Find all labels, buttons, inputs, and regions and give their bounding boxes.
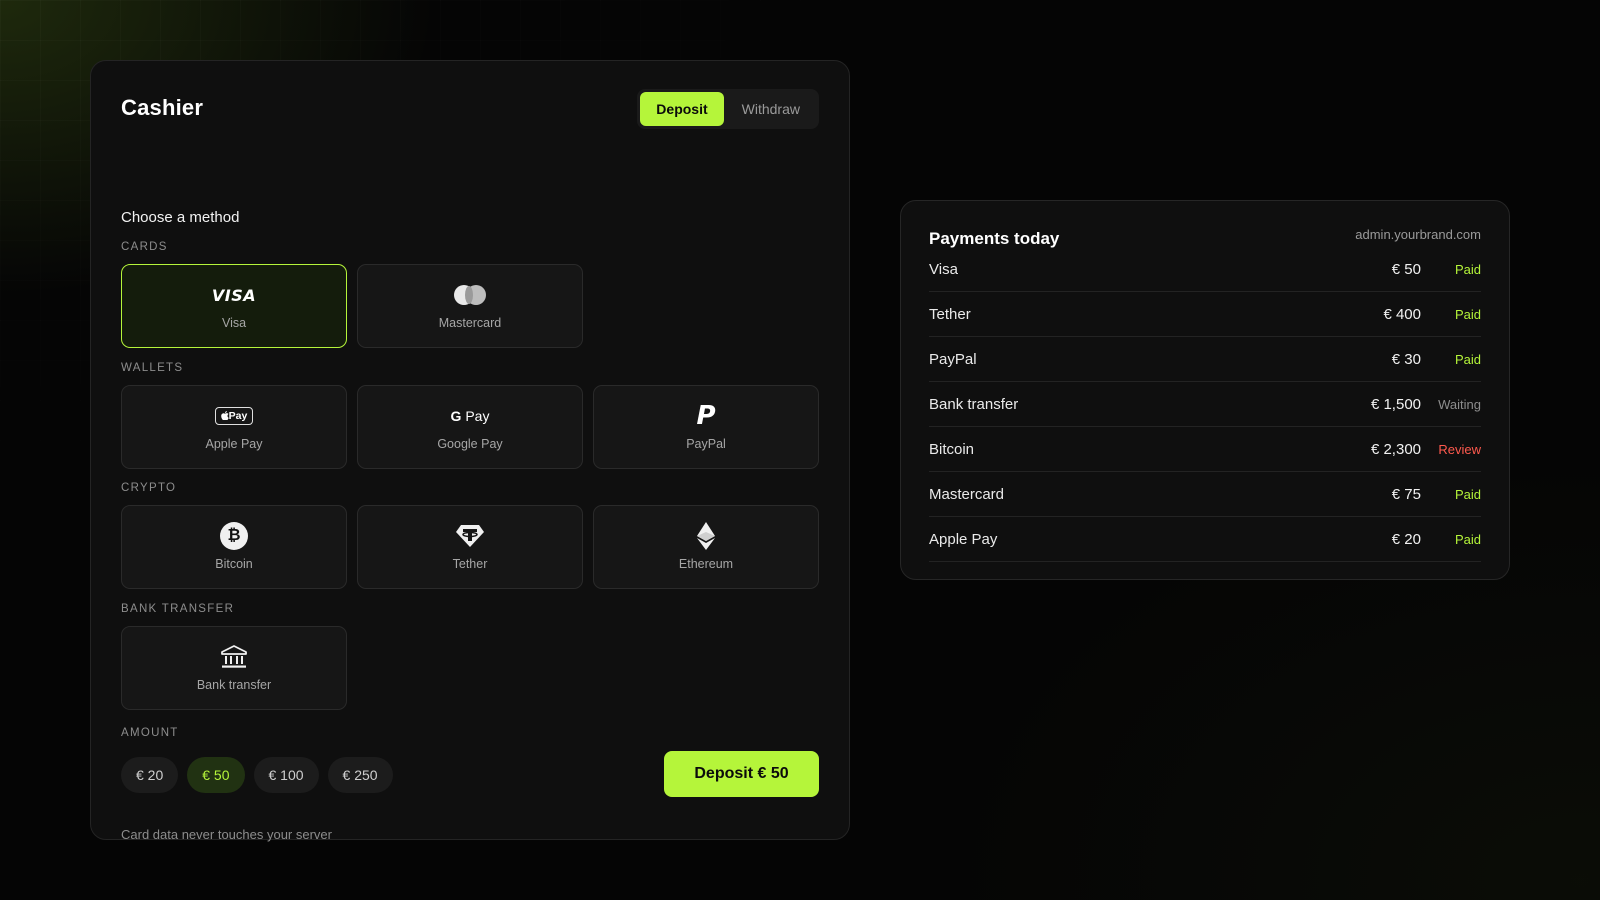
payment-method: Bank transfer [929, 395, 1019, 413]
payment-amount: € 30 [1391, 350, 1421, 368]
section-label-crypto: CRYPTO [121, 482, 177, 494]
payment-status: Waiting [1438, 396, 1481, 412]
method-label-google-pay: Google Pay [437, 437, 503, 451]
tab-deposit[interactable]: Deposit [640, 92, 724, 126]
section-label-wallets: WALLETS [121, 362, 184, 374]
method-tile-tether[interactable]: Tether [357, 505, 583, 589]
choose-method-heading: Choose a method [121, 209, 240, 226]
wallets-row: Pay Apple Pay G Pay Google Pay P PayPal [121, 385, 819, 469]
cards-row: VISA Visa Mastercard [121, 264, 583, 348]
payments-list: Visa € 50 Paid Tether € 400 Paid PayPal … [929, 247, 1481, 562]
method-tile-bitcoin[interactable]: ₿ Bitcoin [121, 505, 347, 589]
admin-domain: admin.yourbrand.com [1355, 227, 1481, 242]
method-label-bank-transfer: Bank transfer [196, 678, 272, 692]
payment-amount: € 400 [1383, 305, 1421, 323]
method-tile-ethereum[interactable]: Ethereum [593, 505, 819, 589]
google-pay-text: Pay [465, 408, 490, 424]
cashier-title: Cashier [121, 95, 204, 120]
payment-method: PayPal [929, 350, 977, 368]
payment-amount: € 2,300 [1370, 440, 1421, 458]
payment-status: Paid [1454, 351, 1481, 367]
section-label-bank-transfer: BANK TRANSFER [121, 603, 235, 615]
payment-status: Paid [1454, 486, 1481, 502]
google-pay-icon: G Pay [451, 403, 490, 429]
payment-row: Bank transfer € 1,500 Waiting [929, 382, 1481, 427]
method-tile-mastercard[interactable]: Mastercard [357, 264, 583, 348]
tether-icon [455, 523, 485, 549]
payment-status: Paid [1454, 261, 1481, 277]
amount-chip-250[interactable]: € 250 [327, 757, 393, 793]
tab-withdraw[interactable]: Withdraw [726, 92, 816, 126]
payment-row: Tether € 400 Paid [929, 292, 1481, 337]
apple-pay-icon: Pay [214, 403, 254, 429]
payment-method: Bitcoin [929, 440, 975, 458]
section-label-cards: CARDS [121, 241, 168, 253]
payment-row: Apple Pay € 20 Paid [929, 517, 1481, 562]
paypal-logo-text: P [696, 401, 716, 431]
bank-row: Bank transfer [121, 626, 347, 710]
paypal-icon: P [696, 403, 715, 429]
ethereum-icon [697, 522, 715, 550]
payment-status: Paid [1454, 306, 1481, 322]
payment-method: Visa [929, 260, 958, 278]
payment-method: Mastercard [929, 485, 1005, 503]
bank-icon [221, 644, 247, 670]
section-label-amount: AMOUNT [121, 727, 179, 739]
method-label-paypal: PayPal [686, 437, 726, 451]
amount-chips: € 20 € 50 € 100 € 250 [121, 757, 393, 793]
mastercard-logo-icon [454, 282, 486, 308]
amount-chip-100[interactable]: € 100 [253, 757, 319, 793]
payment-row: Visa € 50 Paid [929, 247, 1481, 292]
payment-row: Bitcoin € 2,300 Review [929, 427, 1481, 472]
cashier-panel: Cashier Deposit Withdraw Choose a method… [90, 60, 850, 842]
crypto-row: ₿ Bitcoin Tether Ethereum [121, 505, 819, 589]
payment-method: Apple Pay [929, 530, 998, 548]
method-label-apple-pay: Apple Pay [205, 437, 263, 451]
payment-amount: € 50 [1391, 260, 1421, 278]
deposit-button[interactable]: Deposit € 50 [664, 751, 819, 797]
security-footnote: Card data never touches your server [121, 827, 332, 842]
google-pay-g: G [450, 408, 462, 424]
deposit-withdraw-tabs: Deposit Withdraw [637, 89, 819, 129]
bitcoin-symbol: ₿ [220, 522, 248, 550]
method-tile-apple-pay[interactable]: Pay Apple Pay [121, 385, 347, 469]
method-tile-paypal[interactable]: P PayPal [593, 385, 819, 469]
method-tile-google-pay[interactable]: G Pay Google Pay [357, 385, 583, 469]
amount-chip-50[interactable]: € 50 [187, 757, 245, 793]
payment-amount: € 1,500 [1370, 395, 1421, 413]
payment-row: PayPal € 30 Paid [929, 337, 1481, 382]
amount-chip-20[interactable]: € 20 [121, 757, 179, 793]
method-label-visa: Visa [221, 316, 247, 330]
payment-method: Tether [929, 305, 971, 323]
payment-row: Mastercard € 75 Paid [929, 472, 1481, 517]
payments-today-panel: Payments today admin.yourbrand.com Visa … [900, 200, 1510, 580]
method-label-tether: Tether [452, 557, 488, 571]
visa-logo-text: VISA [211, 285, 257, 305]
bitcoin-icon: ₿ [220, 522, 248, 550]
method-tile-bank-transfer[interactable]: Bank transfer [121, 626, 347, 710]
method-label-ethereum: Ethereum [678, 557, 734, 571]
visa-logo-icon: VISA [212, 282, 256, 308]
apple-pay-text: Pay [228, 410, 248, 422]
payment-amount: € 20 [1391, 530, 1421, 548]
payment-amount: € 75 [1391, 485, 1421, 503]
payments-title: Payments today [929, 229, 1060, 248]
method-label-mastercard: Mastercard [438, 316, 502, 330]
payment-status: Paid [1454, 531, 1481, 547]
payment-status: Review [1438, 441, 1481, 457]
method-tile-visa[interactable]: VISA Visa [121, 264, 347, 348]
method-label-bitcoin: Bitcoin [215, 557, 253, 571]
